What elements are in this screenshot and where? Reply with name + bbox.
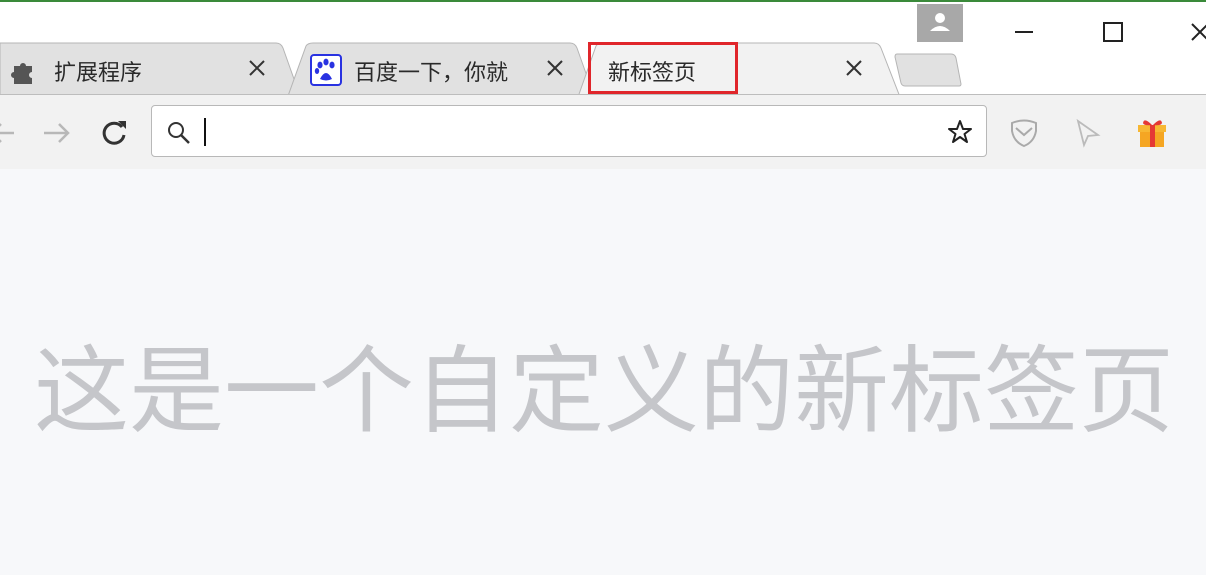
user-icon <box>930 13 950 31</box>
back-arrow-icon <box>0 123 14 143</box>
close-icon <box>249 60 265 76</box>
toolbar <box>0 94 1206 170</box>
tab-strip: 扩展程序 百度一下，你就 新标签页 <box>0 2 1206 97</box>
address-bar[interactable] <box>151 105 987 157</box>
close-window-button[interactable] <box>1180 12 1206 52</box>
forward-button[interactable] <box>38 113 78 153</box>
minimize-button[interactable] <box>1001 12 1047 52</box>
address-input[interactable] <box>208 114 932 150</box>
tab-baidu[interactable]: 百度一下，你就 <box>288 40 594 96</box>
reload-button[interactable] <box>94 113 134 153</box>
tab-close-button[interactable] <box>840 54 868 82</box>
tab-close-button[interactable] <box>243 54 271 82</box>
reload-icon <box>102 121 126 145</box>
tab-close-button[interactable] <box>541 54 569 82</box>
cursor-icon <box>1076 118 1101 148</box>
profile-button[interactable] <box>917 4 963 42</box>
extension-gift-button[interactable] <box>1134 115 1170 151</box>
puzzle-icon <box>11 63 32 84</box>
forward-arrow-icon <box>44 123 70 143</box>
tab-title: 扩展程序 <box>54 61 143 86</box>
baidu-paw-icon <box>310 54 342 86</box>
close-icon <box>1191 23 1206 41</box>
back-button[interactable] <box>0 113 24 153</box>
tab-title: 百度一下，你就 <box>354 61 509 86</box>
minimize-icon <box>1015 31 1033 33</box>
gift-icon <box>1138 120 1166 147</box>
custom-new-tab-headline: 这是一个自定义的新标签页 <box>34 337 1175 447</box>
close-icon <box>547 60 563 76</box>
maximize-button[interactable] <box>1090 12 1136 52</box>
extension-cursor-button[interactable] <box>1070 115 1106 151</box>
extension-shield-button[interactable] <box>1006 115 1042 151</box>
tab-extensions[interactable]: 扩展程序 <box>0 40 300 96</box>
star-icon[interactable] <box>946 118 974 146</box>
shield-icon <box>1011 119 1037 148</box>
highlight-box <box>588 42 738 94</box>
maximize-icon <box>1103 22 1123 42</box>
browser-window: 扩展程序 百度一下，你就 新标签页 这是一个自定义的新标签页 <box>0 0 1206 575</box>
text-cursor <box>204 118 206 146</box>
search-icon <box>168 122 190 144</box>
new-tab-button[interactable] <box>893 52 963 88</box>
new-tab-page: 这是一个自定义的新标签页 <box>0 169 1206 575</box>
close-icon <box>846 60 862 76</box>
